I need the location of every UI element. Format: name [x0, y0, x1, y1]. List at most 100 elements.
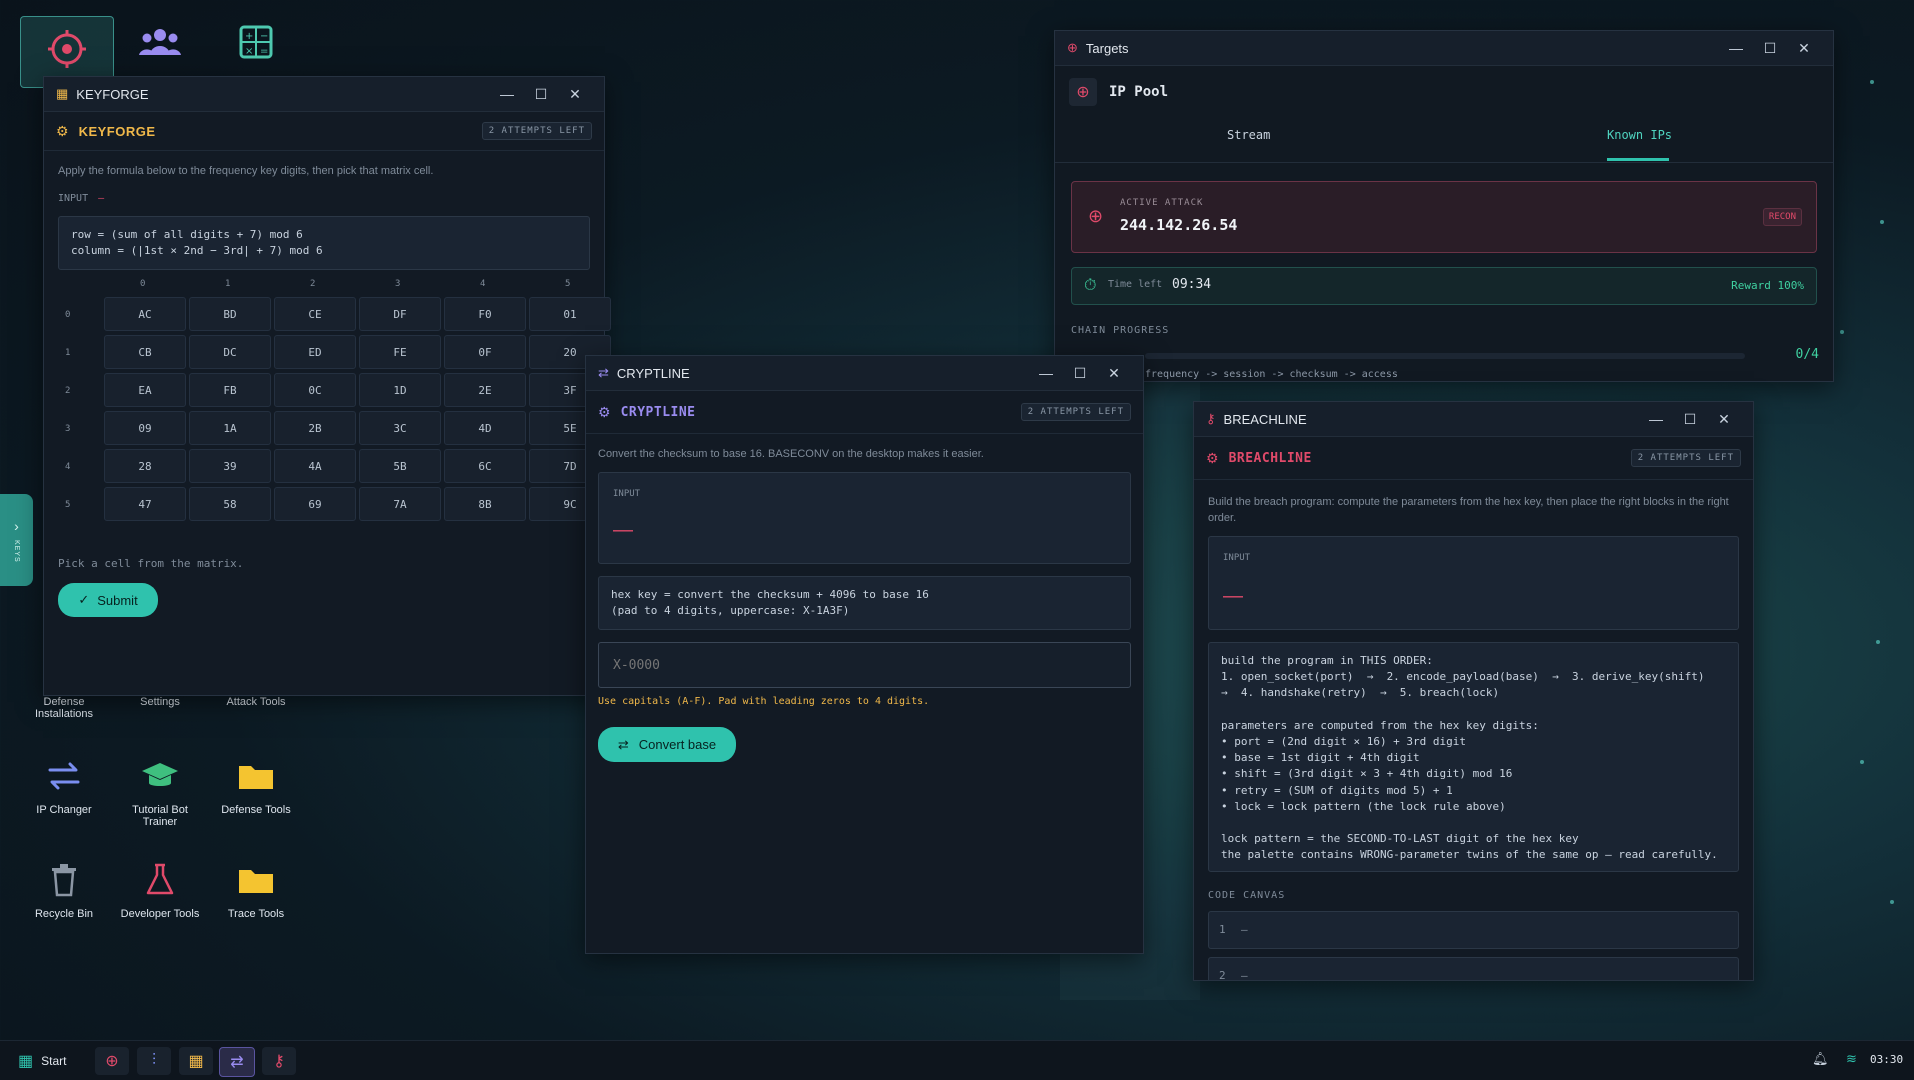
maximize-button[interactable]: ☐	[1753, 40, 1787, 57]
hex-key-input[interactable]	[598, 642, 1131, 688]
desktop-icon-tutorial-bot-trainer[interactable]: Tutorial Bot Trainer	[114, 752, 206, 828]
input-value: —	[613, 519, 633, 541]
matrix-cell[interactable]: 2B	[274, 411, 356, 445]
format-warning: Use capitals (A-F). Pad with leading zer…	[598, 696, 930, 707]
matrix-cell[interactable]: 5B	[359, 449, 441, 483]
start-button[interactable]: ▦ Start	[18, 1051, 66, 1071]
minimize-button[interactable]: —	[1029, 365, 1063, 381]
desktop-icon-defense-tools[interactable]: Defense Tools	[210, 752, 302, 816]
canvas-slot[interactable]: 2 —	[1208, 957, 1739, 980]
side-drawer-tab[interactable]: › KEYS	[0, 494, 33, 586]
matrix-cell[interactable]: 1D	[359, 373, 441, 407]
desktop-icon-developer-tools[interactable]: Developer Tools	[114, 856, 206, 920]
rule-line	[1221, 815, 1726, 831]
ip-pool-header: ⊕ IP Pool	[1055, 66, 1833, 118]
matrix-cell[interactable]: 4D	[444, 411, 526, 445]
canvas-slot[interactable]: 1 —	[1208, 911, 1739, 949]
desktop-icon-users[interactable]	[114, 18, 206, 70]
matrix-cell[interactable]: 58	[189, 487, 271, 521]
matrix-cell[interactable]: ED	[274, 335, 356, 369]
window-title: KEYFORGE	[76, 86, 149, 102]
desktop-icon-ip-changer[interactable]: IP Changer	[18, 752, 110, 816]
chip-icon: ⚙	[56, 122, 69, 139]
matrix-cell[interactable]: 0F	[444, 335, 526, 369]
attack-label: ACTIVE ATTACK	[1120, 198, 1204, 208]
matrix-cell[interactable]: CB	[104, 335, 186, 369]
row-header: 5	[65, 500, 71, 510]
key-icon: ⚷	[1206, 411, 1216, 426]
wifi-icon[interactable]: ≋	[1846, 1051, 1857, 1067]
svg-text:×: ×	[245, 46, 253, 57]
crosshair-icon: ⊕	[105, 1053, 119, 1070]
background-dot	[1860, 760, 1864, 764]
matrix-cell[interactable]: 01	[529, 297, 611, 331]
taskbar-cryptline[interactable]: ⇄	[219, 1047, 255, 1077]
desktop-icon-trace-tools[interactable]: Trace Tools	[210, 856, 302, 920]
crosshair-icon: ⊕	[1069, 78, 1097, 106]
convert-base-button[interactable]: ⇄ Convert base	[598, 727, 736, 762]
matrix-cell[interactable]: 3C	[359, 411, 441, 445]
maximize-button[interactable]: ☐	[1063, 365, 1097, 382]
taskbar-keyforge[interactable]: ▦	[179, 1047, 213, 1075]
close-button[interactable]: ✕	[1097, 365, 1131, 382]
grid-icon: ▦	[56, 86, 69, 101]
rule-line: • shift = (3rd digit × 3 + 4th digit) mo…	[1221, 767, 1513, 781]
breachline-titlebar[interactable]: ⚷ BREACHLINE — ☐ ✕	[1194, 402, 1753, 437]
tab-stream[interactable]: Stream	[1227, 128, 1270, 142]
desktop-icon-settings[interactable]: Settings	[114, 696, 206, 708]
column-header: 1	[225, 279, 231, 289]
folder-icon	[232, 752, 280, 800]
keyforge-window: ▦ KEYFORGE — ☐ ✕ ⚙ KEYFORGE 2 ATTEMPTS L…	[43, 76, 611, 696]
keyforge-header: ⚙ KEYFORGE 2 ATTEMPTS LEFT	[44, 112, 604, 151]
minimize-button[interactable]: —	[490, 86, 524, 102]
taskbar-breachline[interactable]: ⚷	[262, 1047, 296, 1075]
maximize-button[interactable]: ☐	[1673, 411, 1707, 428]
matrix-cell[interactable]: AC	[104, 297, 186, 331]
close-button[interactable]: ✕	[1787, 40, 1821, 57]
desktop-icon-label: Defense Tools	[221, 804, 291, 816]
users-icon	[136, 18, 184, 66]
matrix-cell[interactable]: CE	[274, 297, 356, 331]
desktop-icon-defense-installations[interactable]: Defense Installations	[18, 696, 110, 720]
matrix-cell[interactable]: 09	[104, 411, 186, 445]
matrix-cell[interactable]: 1A	[189, 411, 271, 445]
matrix-cell[interactable]: 28	[104, 449, 186, 483]
desktop-icon-calculator[interactable]: + − × =	[210, 18, 302, 70]
matrix-cell[interactable]: BD	[189, 297, 271, 331]
matrix-cell[interactable]: 6C	[444, 449, 526, 483]
matrix-cell[interactable]: 69	[274, 487, 356, 521]
close-button[interactable]: ✕	[558, 86, 592, 103]
matrix-cell[interactable]: 47	[104, 487, 186, 521]
minimize-button[interactable]: —	[1719, 40, 1753, 56]
matrix-cell[interactable]: FE	[359, 335, 441, 369]
matrix-cell[interactable]: DC	[189, 335, 271, 369]
matrix-cell[interactable]: 4A	[274, 449, 356, 483]
keyforge-titlebar[interactable]: ▦ KEYFORGE — ☐ ✕	[44, 77, 604, 112]
attack-ip: 244.142.26.54	[1120, 216, 1238, 234]
matrix-cell[interactable]: FB	[189, 373, 271, 407]
matrix-cell[interactable]: 2E	[444, 373, 526, 407]
taskbar: ▦ Start ⊕ ⫶ ▦ ⇄ ⚷ 🔔︎ ≋ 03:30	[0, 1040, 1914, 1080]
desktop-icon-recycle-bin[interactable]: Recycle Bin	[18, 856, 110, 920]
matrix-cell[interactable]: 8B	[444, 487, 526, 521]
bell-icon[interactable]: 🔔︎	[1812, 1051, 1829, 1067]
close-button[interactable]: ✕	[1707, 411, 1741, 428]
tab-known-ips[interactable]: Known IPs	[1607, 128, 1672, 142]
cryptline-titlebar[interactable]: ⇄ CRYPTLINE — ☐ ✕	[586, 356, 1143, 391]
rule-line: the palette contains WRONG-parameter twi…	[1221, 848, 1718, 862]
taskbar-audio[interactable]: ⫶	[137, 1047, 171, 1075]
matrix-cell[interactable]: 0C	[274, 373, 356, 407]
cryptline-header: ⚙ CRYPTLINE 2 ATTEMPTS LEFT	[586, 391, 1143, 434]
submit-button[interactable]: ✓ Submit	[58, 583, 158, 617]
targets-titlebar[interactable]: ⊕ Targets — ☐ ✕	[1055, 31, 1833, 66]
matrix-cell[interactable]: 7A	[359, 487, 441, 521]
matrix-cell[interactable]: EA	[104, 373, 186, 407]
matrix-cell[interactable]: 39	[189, 449, 271, 483]
maximize-button[interactable]: ☐	[524, 86, 558, 103]
matrix-cell[interactable]: F0	[444, 297, 526, 331]
taskbar-targets[interactable]: ⊕	[95, 1047, 129, 1075]
cryptline-window: ⇄ CRYPTLINE — ☐ ✕ ⚙ CRYPTLINE 2 ATTEMPTS…	[585, 355, 1144, 954]
desktop-icon-attack-tools[interactable]: Attack Tools	[210, 696, 302, 708]
minimize-button[interactable]: —	[1639, 411, 1673, 427]
matrix-cell[interactable]: DF	[359, 297, 441, 331]
